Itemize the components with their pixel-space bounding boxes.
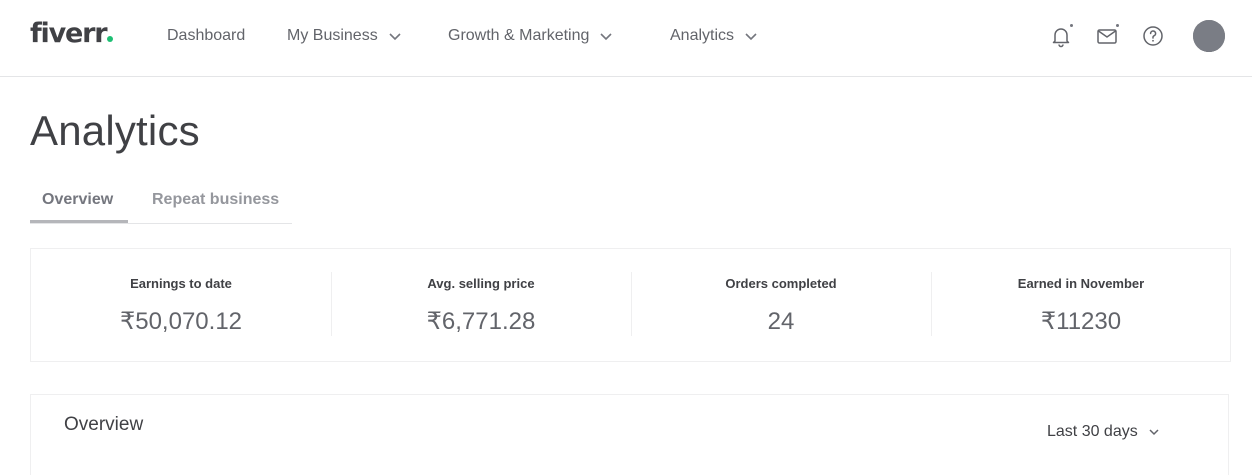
nav-my-business-label: My Business xyxy=(287,27,378,44)
chevron-down-icon xyxy=(389,33,401,41)
message-dot xyxy=(1115,23,1120,28)
notification-dot xyxy=(1069,23,1074,28)
stat-value: ₹6,771.28 xyxy=(426,308,536,335)
online-status-dot xyxy=(1193,20,1225,52)
stats-card: Earnings to date ₹50,070.12 Avg. selling… xyxy=(30,248,1231,362)
stat-orders-completed: Orders completed 24 xyxy=(631,249,931,361)
nav-growth-marketing-label: Growth & Marketing xyxy=(448,27,590,44)
stat-label: Avg. selling price xyxy=(427,276,535,291)
chevron-down-icon xyxy=(745,33,757,41)
stat-value: 24 xyxy=(767,308,795,335)
help-button[interactable] xyxy=(1141,24,1165,48)
overview-title: Overview xyxy=(64,414,144,435)
top-navigation-bar: fiverr Dashboard My Business Growth & Ma… xyxy=(0,0,1252,77)
page-title: Analytics xyxy=(30,107,200,154)
stat-label: Earnings to date xyxy=(130,276,232,291)
stat-avg-selling-price: Avg. selling price ₹6,771.28 xyxy=(331,249,631,361)
chevron-down-icon xyxy=(1149,429,1159,436)
fiverr-logo[interactable]: fiverr xyxy=(30,18,114,50)
date-range-select[interactable]: Last 30 days xyxy=(1047,422,1160,442)
tab-repeat-business[interactable]: Repeat business xyxy=(152,190,279,210)
active-tab-indicator xyxy=(30,220,128,223)
notifications-button[interactable] xyxy=(1049,23,1074,48)
help-icon xyxy=(1143,26,1163,46)
analytics-tabs: Overview Repeat business xyxy=(30,182,292,224)
tab-overview[interactable]: Overview xyxy=(42,190,113,210)
nav-analytics-label: Analytics xyxy=(670,27,735,44)
overview-panel: Overview Last 30 days xyxy=(30,394,1229,475)
chevron-down-icon xyxy=(600,33,612,41)
logo-text: fiverr xyxy=(30,18,108,49)
stat-earned-in-november: Earned in November ₹11230 xyxy=(931,249,1231,361)
stat-value: ₹11230 xyxy=(1040,308,1122,335)
logo-dot xyxy=(107,36,114,42)
nav-growth-marketing[interactable]: Growth & Marketing xyxy=(448,26,613,46)
nav-dashboard-label: Dashboard xyxy=(167,27,246,44)
stat-earnings-to-date: Earnings to date ₹50,070.12 xyxy=(31,249,331,361)
messages-button[interactable] xyxy=(1095,23,1120,48)
nav-my-business[interactable]: My Business xyxy=(287,26,402,46)
nav-dashboard[interactable]: Dashboard xyxy=(167,26,245,46)
stat-value: ₹50,070.12 xyxy=(119,308,243,335)
date-range-value: Last 30 days xyxy=(1047,423,1138,440)
nav-analytics[interactable]: Analytics xyxy=(670,26,758,46)
stat-label: Orders completed xyxy=(725,276,837,291)
stat-label: Earned in November xyxy=(1017,276,1145,291)
